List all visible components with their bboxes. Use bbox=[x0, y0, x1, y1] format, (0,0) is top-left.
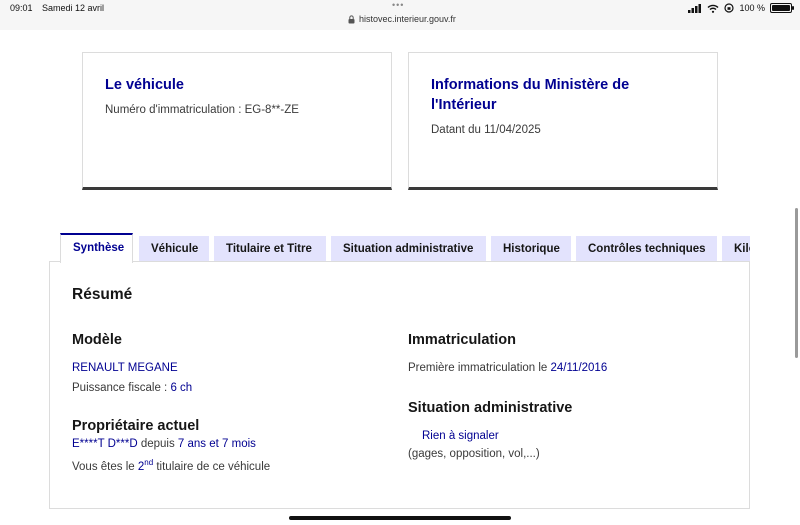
first-registration: Première immatriculation le 24/11/2016 bbox=[408, 360, 607, 377]
model-name: RENAULT MEGANE bbox=[72, 362, 178, 374]
tab-controles-techniques[interactable]: Contrôles techniques bbox=[576, 236, 717, 263]
vehicle-card: Le véhicule Numéro d'immatriculation : E… bbox=[82, 52, 392, 190]
owner-name: E****T D***D bbox=[72, 438, 138, 450]
owner-line: E****T D***D depuis 7 ans et 7 mois bbox=[72, 436, 256, 453]
fiscal-power: Puissance fiscale : 6 ch bbox=[72, 380, 192, 397]
status-indicators: 100 % bbox=[688, 3, 794, 13]
registration-label: Numéro d'immatriculation : bbox=[105, 104, 245, 116]
battery-percent: 100 % bbox=[739, 3, 765, 13]
lock-icon bbox=[348, 14, 355, 23]
battery-fill bbox=[772, 5, 790, 11]
vehicle-card-title: Le véhicule bbox=[105, 77, 184, 93]
registration-value: EG-8**-ZE bbox=[244, 104, 299, 116]
wifi-icon bbox=[707, 4, 719, 13]
owner-duration: 7 ans et 7 mois bbox=[177, 438, 256, 450]
address-bar[interactable]: histovec.interieur.gouv.fr bbox=[348, 14, 456, 24]
tab-kilometrage[interactable]: Kilo bbox=[722, 236, 750, 263]
ministry-card-title: Informations du Ministère de l'Intérieur bbox=[431, 77, 630, 113]
admin-details: (gages, opposition, vol,...) bbox=[408, 448, 540, 460]
owner-rank: Vous êtes le 2nd titulaire de ce véhicul… bbox=[72, 454, 270, 476]
owner-heading: Propriétaire actuel bbox=[72, 418, 200, 434]
summary-title: Résumé bbox=[72, 286, 133, 303]
fiscal-power-value: 6 ch bbox=[170, 382, 193, 394]
ministry-card-date: Datant du 11/04/2025 bbox=[431, 124, 541, 136]
admin-status: Rien à signaler bbox=[422, 430, 499, 442]
first-registration-label: Première immatriculation le bbox=[408, 362, 551, 374]
ministry-card: Informations du Ministère de l'Intérieur… bbox=[408, 52, 718, 190]
owner-rank-suffix: nd bbox=[144, 458, 154, 467]
tab-historique[interactable]: Historique bbox=[491, 236, 571, 263]
first-registration-date: 24/11/2016 bbox=[550, 362, 608, 374]
home-indicator[interactable] bbox=[289, 516, 511, 520]
synthese-panel: Résumé Modèle RENAULT MEGANE Puissance f… bbox=[49, 261, 750, 509]
status-date: Samedi 12 avril bbox=[42, 3, 105, 13]
owner-since-label: depuis bbox=[137, 438, 178, 450]
owner-rank-prefix: Vous êtes le bbox=[72, 460, 138, 473]
signal-icon bbox=[688, 3, 702, 13]
status-time: 09:01 bbox=[10, 3, 33, 13]
owner-rank-text: titulaire de ce véhicule bbox=[153, 460, 271, 473]
battery-icon bbox=[770, 3, 794, 13]
fiscal-power-label: Puissance fiscale : bbox=[72, 382, 171, 394]
tab-bar: Synthèse Véhicule Titulaire et Titre Sit… bbox=[60, 233, 750, 263]
orientation-lock-icon bbox=[724, 3, 735, 13]
registration-number: Numéro d'immatriculation : EG-8**-ZE bbox=[105, 101, 369, 119]
tab-titulaire-titre[interactable]: Titulaire et Titre bbox=[214, 236, 326, 263]
url-text: histovec.interieur.gouv.fr bbox=[359, 14, 456, 24]
registration-heading: Immatriculation bbox=[408, 332, 516, 348]
page-content: Le véhicule Numéro d'immatriculation : E… bbox=[0, 30, 800, 525]
tab-synthese[interactable]: Synthèse bbox=[60, 233, 133, 263]
more-dots-icon[interactable]: ••• bbox=[392, 0, 404, 10]
tab-situation-administrative[interactable]: Situation administrative bbox=[331, 236, 486, 263]
admin-heading: Situation administrative bbox=[408, 400, 573, 416]
model-heading: Modèle bbox=[72, 332, 122, 348]
tab-vehicule[interactable]: Véhicule bbox=[139, 236, 209, 263]
page-scrollbar[interactable] bbox=[795, 208, 798, 358]
status-bar: 09:01 Samedi 12 avril ••• histovec.inter… bbox=[0, 0, 800, 30]
